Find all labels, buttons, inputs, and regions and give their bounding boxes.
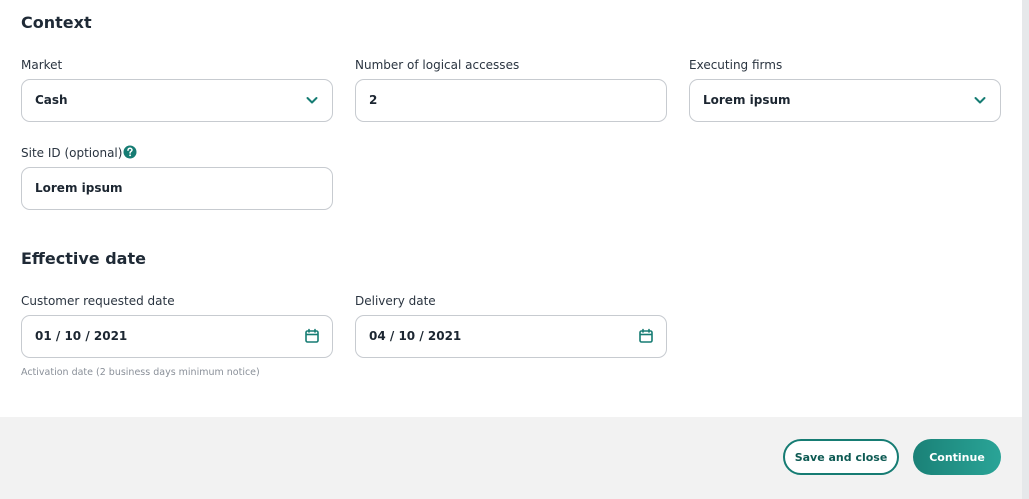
delivery-date-value: 04 / 10 / 2021 bbox=[369, 329, 462, 343]
market-label: Market bbox=[21, 58, 63, 72]
logical-accesses-label: Number of logical accesses bbox=[355, 58, 520, 72]
chevron-down-icon bbox=[974, 97, 986, 104]
calendar-icon[interactable] bbox=[638, 328, 654, 344]
site-id-label: Site ID (optional) bbox=[21, 146, 123, 160]
executing-firms-label: Executing firms bbox=[689, 58, 783, 72]
delivery-date-label: Delivery date bbox=[355, 294, 436, 308]
logical-accesses-value: 2 bbox=[369, 93, 378, 107]
activation-date-hint: Activation date (2 business days minimum… bbox=[21, 367, 260, 378]
form-footer: Save and close Continue bbox=[0, 417, 1022, 499]
form-content: Context Market Cash Number of logical ac… bbox=[0, 0, 1022, 417]
context-section-title: Context bbox=[21, 13, 92, 32]
save-and-close-button[interactable]: Save and close bbox=[783, 439, 899, 475]
market-select[interactable]: Cash bbox=[21, 79, 333, 122]
help-circle-icon[interactable] bbox=[123, 145, 137, 159]
site-id-value: Lorem ipsum bbox=[35, 181, 123, 195]
executing-firms-value: Lorem ipsum bbox=[703, 93, 791, 107]
continue-button[interactable]: Continue bbox=[913, 439, 1001, 475]
chevron-down-icon bbox=[306, 97, 318, 104]
market-value: Cash bbox=[35, 93, 68, 107]
form-page: Context Market Cash Number of logical ac… bbox=[0, 0, 1029, 499]
scrollbar-track[interactable] bbox=[1022, 0, 1029, 499]
site-id-input[interactable]: Lorem ipsum bbox=[21, 167, 333, 210]
customer-requested-date-label: Customer requested date bbox=[21, 294, 175, 308]
effective-date-section-title: Effective date bbox=[21, 249, 146, 268]
customer-requested-date-value: 01 / 10 / 2021 bbox=[35, 329, 128, 343]
calendar-icon[interactable] bbox=[304, 328, 320, 344]
executing-firms-select[interactable]: Lorem ipsum bbox=[689, 79, 1001, 122]
delivery-date-input[interactable]: 04 / 10 / 2021 bbox=[355, 315, 667, 358]
customer-requested-date-input[interactable]: 01 / 10 / 2021 bbox=[21, 315, 333, 358]
logical-accesses-input[interactable]: 2 bbox=[355, 79, 667, 122]
